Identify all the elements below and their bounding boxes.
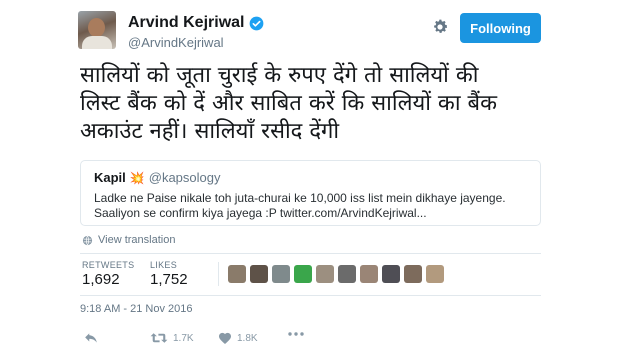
author-display-name[interactable]: Arvind Kejriwal [128, 14, 244, 32]
liker-avatars [228, 265, 444, 283]
tweet-line: अकाउंट नहीं। सालियाँ रसीद देंगी [80, 119, 340, 144]
quoted-tweet-header: Kapil 💥 @kapsology [94, 170, 221, 185]
avatar-face [88, 18, 105, 37]
globe-icon [82, 235, 93, 245]
avatar-shirt [82, 36, 112, 49]
liker-avatar[interactable] [360, 265, 378, 283]
reply-icon [85, 333, 97, 343]
author-avatar[interactable] [78, 11, 116, 49]
tweet-line: लिस्ट बैंक को दें और साबित करें कि सालिय… [80, 91, 497, 116]
liker-avatar[interactable] [338, 265, 356, 283]
collision-emoji-icon: 💥 [129, 170, 145, 185]
stats-divider-bottom [80, 295, 541, 296]
stats-divider-top [80, 253, 541, 254]
quoted-author-handle: @kapsology [148, 170, 221, 185]
author-name-row: Arvind Kejriwal [128, 14, 264, 32]
liker-avatar[interactable] [272, 265, 290, 283]
retweet-icon [150, 333, 168, 343]
liker-avatar[interactable] [250, 265, 268, 283]
retweet-button[interactable]: 1.7K [150, 332, 194, 344]
liker-avatar[interactable] [404, 265, 422, 283]
liker-avatar[interactable] [294, 265, 312, 283]
gear-icon[interactable] [431, 18, 449, 36]
like-count: 1.8K [237, 332, 258, 344]
heart-icon [219, 332, 231, 344]
tweet-text: सालियों को जूता चुराई के रुपए देंगे तो स… [80, 62, 550, 146]
view-translation-link[interactable]: View translation [82, 234, 175, 246]
likes-count[interactable]: 1,752 [150, 271, 188, 288]
author-handle[interactable]: @ArvindKejriwal [128, 35, 224, 50]
more-icon [288, 332, 304, 336]
liker-avatar[interactable] [316, 265, 334, 283]
verified-badge-icon [250, 16, 264, 30]
liker-avatar[interactable] [228, 265, 246, 283]
like-button[interactable]: 1.8K [218, 332, 258, 344]
quoted-tweet-text-line-1: Ladke ne Paise nikale toh juta-churai ke… [94, 191, 506, 205]
liker-avatar[interactable] [382, 265, 400, 283]
reply-button[interactable] [84, 332, 98, 344]
quoted-tweet-text-line-2: Saaliyon se confirm kiya jayega :P twitt… [94, 206, 427, 220]
tweet-timestamp[interactable]: 9:18 AM - 21 Nov 2016 [80, 303, 193, 315]
stats-vertical-divider [218, 262, 219, 286]
likes-label: LIKES [150, 260, 178, 270]
quoted-author-name: Kapil [94, 170, 126, 185]
quoted-tweet[interactable]: Kapil 💥 @kapsology Ladke ne Paise nikale… [80, 160, 541, 226]
view-translation-label[interactable]: View translation [98, 234, 175, 246]
following-button[interactable]: Following [460, 13, 541, 43]
retweets-count[interactable]: 1,692 [82, 271, 120, 288]
retweet-count: 1.7K [173, 332, 194, 344]
more-options-button[interactable] [288, 332, 304, 336]
tweet-line: सालियों को जूता चुराई के रुपए देंगे तो स… [80, 63, 479, 88]
retweets-label: RETWEETS [82, 260, 135, 270]
liker-avatar[interactable] [426, 265, 444, 283]
